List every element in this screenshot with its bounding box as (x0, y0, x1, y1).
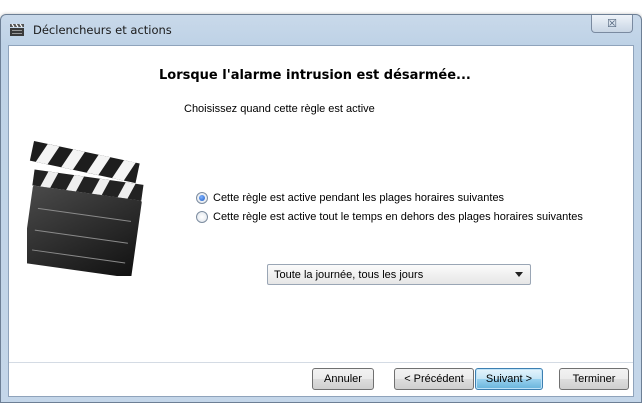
page-subtitle: Choisissez quand cette règle est active (184, 103, 375, 115)
next-button[interactable]: Suivant > (475, 368, 543, 390)
option-label: Cette règle est active pendant les plage… (213, 192, 505, 204)
clapperboard-icon (10, 23, 24, 36)
radio-button[interactable] (196, 211, 208, 223)
cancel-button[interactable]: Annuler (312, 368, 374, 390)
finish-button[interactable]: Terminer (559, 368, 629, 390)
option-active-outside[interactable]: Cette règle est active tout le temps en … (196, 211, 583, 223)
close-button[interactable]: ☒ (591, 15, 633, 33)
title-bar[interactable]: Déclencheurs et actions ☒ (1, 15, 641, 45)
chevron-down-icon[interactable] (515, 272, 523, 277)
option-label: Cette règle est active tout le temps en … (213, 211, 583, 223)
close-icon: ☒ (607, 17, 617, 30)
clapperboard-icon (27, 141, 144, 276)
dialog-window: Déclencheurs et actions ☒ Lorsque l'alar… (0, 14, 642, 403)
page-heading: Lorsque l'alarme intrusion est désarmée.… (159, 68, 471, 83)
footer-divider (9, 362, 633, 363)
dialog-content: Lorsque l'alarme intrusion est désarmée.… (8, 45, 634, 397)
radio-button[interactable] (196, 192, 208, 204)
previous-button[interactable]: < Précédent (394, 368, 474, 390)
schedule-select-value: Toute la journée, tous les jours (274, 268, 424, 281)
window-title: Déclencheurs et actions (33, 23, 172, 37)
option-active-during[interactable]: Cette règle est active pendant les plage… (196, 192, 504, 204)
schedule-select[interactable]: Toute la journée, tous les jours (267, 264, 531, 285)
